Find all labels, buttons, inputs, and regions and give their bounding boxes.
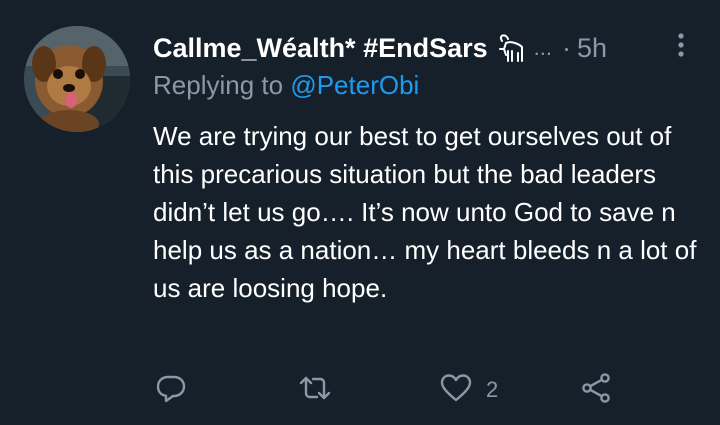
retweet-icon — [299, 372, 331, 409]
tweet-header: Callme_Wéalth* #EndSars ... · 5h — [153, 28, 700, 68]
share-icon — [580, 372, 612, 409]
display-name[interactable]: Callme_Wéalth* #EndSars — [153, 33, 488, 64]
mention-link[interactable]: @PeterObi — [290, 70, 419, 100]
retweet-button[interactable] — [299, 370, 345, 410]
tweet-text: We are trying our best to get ourselves … — [153, 121, 697, 303]
replying-prefix: Replying to — [153, 70, 284, 100]
avatar[interactable] — [24, 26, 130, 132]
reply-button[interactable] — [155, 370, 201, 410]
like-button[interactable]: 2 — [440, 370, 498, 410]
more-options-icon[interactable] — [676, 30, 686, 64]
name-ellipsis: ... — [533, 35, 552, 60]
share-button[interactable] — [580, 370, 626, 410]
separator-dot: · — [561, 32, 571, 63]
dog-photo-avatar — [24, 26, 130, 132]
action-bar: 2 — [155, 370, 635, 410]
goat-emoji-icon — [494, 31, 528, 65]
heart-icon — [440, 372, 472, 409]
reply-icon — [155, 372, 187, 409]
like-count: 2 — [486, 377, 499, 402]
timestamp[interactable]: 5h — [577, 33, 607, 64]
replying-to-line: Replying to @PeterObi — [153, 70, 419, 101]
